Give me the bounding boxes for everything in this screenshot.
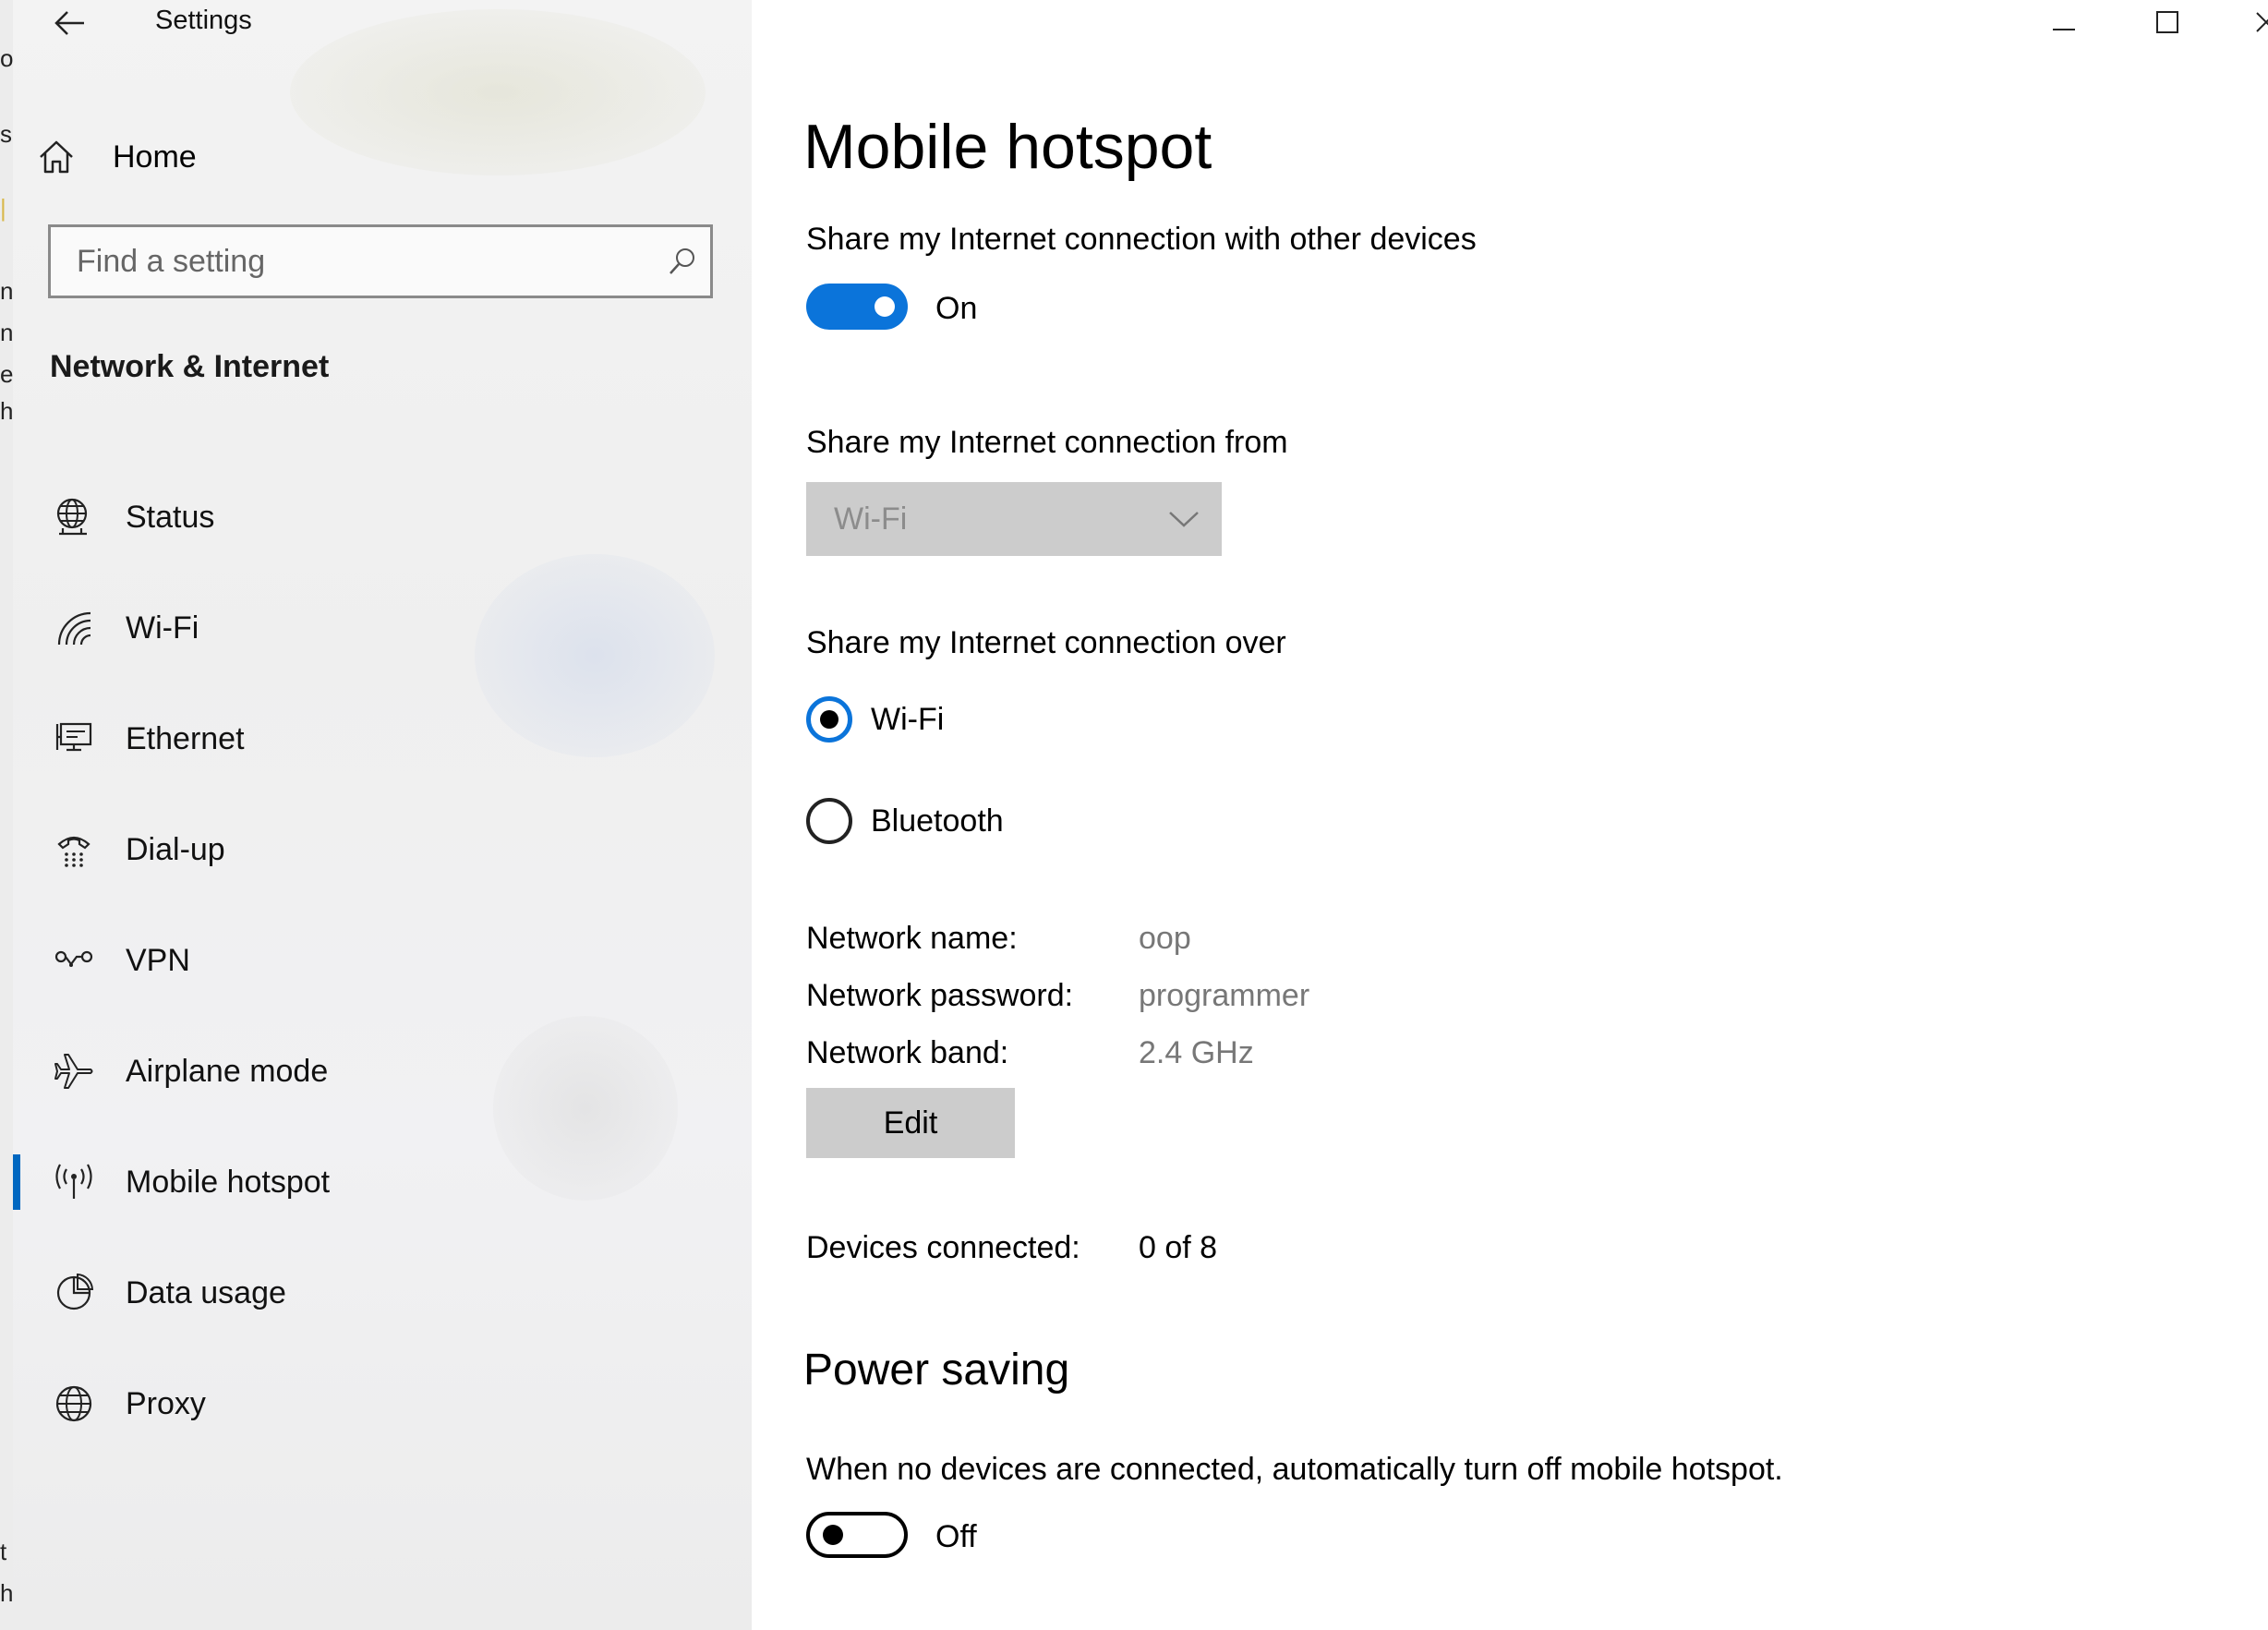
ethernet-icon [46,711,102,767]
toggle-knob [823,1525,843,1545]
sidebar-item-mobile-hotspot[interactable]: Mobile hotspot [13,1127,752,1238]
window-title: Settings [155,6,252,35]
network-password-key: Network password: [806,978,1074,1013]
background-window-edge: o s | n n e h t h [0,0,14,1630]
share-from-value: Wi-Fi [834,501,908,537]
sidebar-item-label: Status [126,499,215,535]
sidebar-home[interactable]: Home [37,129,591,185]
sidebar-item-label: Dial-up [126,831,225,867]
close-icon [2256,12,2268,32]
power-saving-toggle[interactable] [806,1512,908,1558]
power-saving-toggle-state: Off [935,1519,977,1554]
sidebar-item-status[interactable]: Status [13,462,752,573]
home-icon [40,140,73,174]
sidebar-item-label: Wi-Fi [126,610,199,646]
sidebar-item-vpn[interactable]: VPN [13,905,752,1016]
sidebar-item-label: Data usage [126,1274,286,1310]
back-arrow-icon [54,11,84,35]
search-input[interactable] [51,226,655,296]
share-over-label: Share my Internet connection over [806,625,1286,660]
share-over-bluetooth-radio[interactable] [806,798,852,844]
sidebar-item-ethernet[interactable]: Ethernet [13,683,752,794]
globe-icon [46,1376,102,1431]
selection-indicator [13,1154,20,1210]
dialup-phone-icon [46,822,102,877]
power-saving-title: Power saving [803,1346,1070,1395]
sidebar-item-label: Ethernet [126,720,245,756]
network-name-key: Network name: [806,921,1018,956]
sidebar-item-label: Airplane mode [126,1053,329,1089]
share-over-wifi-radio[interactable] [806,696,852,743]
vpn-icon [46,933,102,988]
maximize-button[interactable] [2135,0,2200,44]
close-button[interactable] [2235,0,2268,44]
network-password-value: programmer [1139,978,1310,1013]
sidebar-item-label: VPN [126,942,190,978]
hotspot-antenna-icon [46,1154,102,1210]
back-button[interactable] [37,0,102,46]
sidebar-item-label: Proxy [126,1385,206,1421]
chevron-down-icon [1168,510,1200,528]
network-band-key: Network band: [806,1035,1009,1070]
sidebar-item-data-usage[interactable]: Data usage [13,1238,752,1348]
minimize-icon [2053,29,2075,30]
radio-dot [820,710,838,729]
home-label: Home [113,139,197,175]
network-name-value: oop [1139,921,1191,956]
sidebar-item-proxy[interactable]: Proxy [13,1348,752,1459]
wifi-icon [46,600,102,656]
search-box[interactable] [48,224,713,298]
search-icon[interactable] [655,246,710,277]
power-saving-description: When no devices are connected, automatic… [806,1452,1783,1487]
sidebar-nav: Status Wi-Fi Ethernet Dial-up VPN Airpla… [13,462,752,1459]
share-from-dropdown[interactable]: Wi-Fi [806,482,1222,556]
sidebar-item-label: Mobile hotspot [126,1164,331,1200]
share-over-wifi-label[interactable]: Wi-Fi [871,702,944,738]
share-over-bluetooth-label[interactable]: Bluetooth [871,803,1004,839]
sidebar-section-title: Network & Internet [50,349,330,384]
sidebar-item-airplane[interactable]: Airplane mode [13,1016,752,1127]
share-connection-toggle-state: On [935,291,978,326]
toggle-knob [875,296,895,317]
devices-connected-key: Devices connected: [806,1230,1080,1265]
devices-connected-value: 0 of 8 [1139,1230,1218,1265]
share-from-label: Share my Internet connection from [806,425,1288,460]
share-connection-toggle[interactable] [806,284,908,330]
share-connection-label: Share my Internet connection with other … [806,222,1477,257]
network-band-value: 2.4 GHz [1139,1035,1254,1070]
sidebar-item-wifi[interactable]: Wi-Fi [13,573,752,683]
page-title: Mobile hotspot [803,112,1212,182]
edit-button[interactable]: Edit [806,1088,1015,1158]
airplane-icon [46,1044,102,1099]
sidebar-item-dialup[interactable]: Dial-up [13,794,752,905]
pie-chart-icon [46,1265,102,1321]
maximize-icon [2156,11,2178,33]
globe-status-icon [46,489,102,545]
minimize-button[interactable] [2032,0,2096,44]
